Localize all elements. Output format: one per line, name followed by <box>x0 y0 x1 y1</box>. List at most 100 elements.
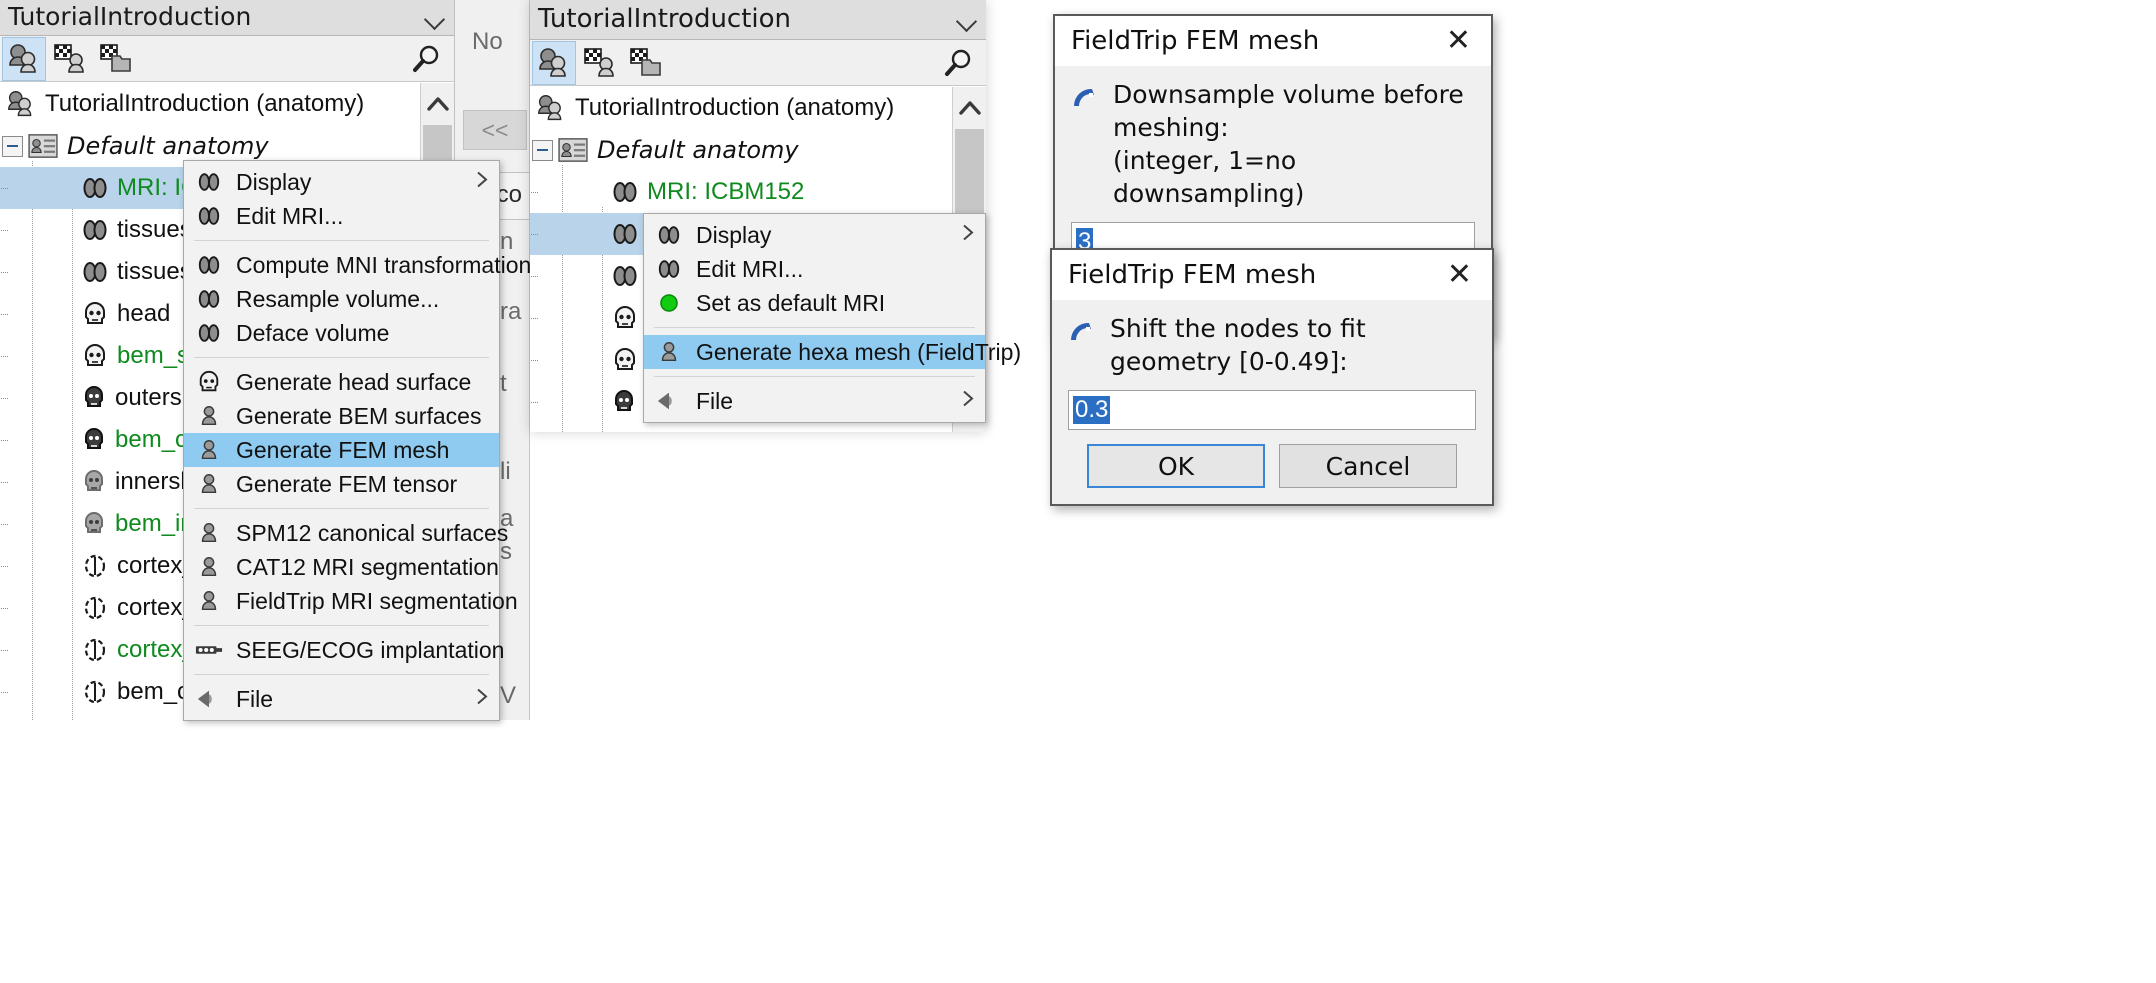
menu-item-generate-hexa-mesh-fieldtrip[interactable]: Generate hexa mesh (FieldTrip) <box>644 335 985 369</box>
cortex-icon <box>82 679 108 705</box>
menu-separator <box>194 674 489 675</box>
ok-button[interactable]: OK <box>1087 444 1265 488</box>
toolbar-button-subjects[interactable] <box>2 37 46 81</box>
menu-item-file[interactable]: File <box>644 384 985 418</box>
tree-dash <box>0 566 8 567</box>
tree-item-label: Default anatomy <box>67 132 269 160</box>
menu-item-label: SEEG/ECOG implantation <box>236 637 504 664</box>
menu-item-label: Compute MNI transformation <box>236 252 531 279</box>
menu-item-display[interactable]: Display <box>644 218 985 252</box>
menu-item-generate-fem-tensor[interactable]: Generate FEM tensor <box>184 467 499 501</box>
dialog-message-line1: Shift the nodes to fit geometry [0-0.49]… <box>1110 312 1476 378</box>
menu-item-label: SPM12 canonical surfaces <box>236 520 508 547</box>
menu-item-fieldtrip-mri-segmentation[interactable]: FieldTrip MRI segmentation <box>184 584 499 618</box>
chevron-down-icon[interactable] <box>424 6 446 28</box>
menu-item-generate-fem-mesh[interactable]: Generate FEM mesh <box>184 433 499 467</box>
dialog-buttons: OK Cancel <box>1068 444 1476 488</box>
dialog-message-line2: (integer, 1=no downsampling) <box>1113 144 1475 210</box>
menu-item-deface-volume[interactable]: Deface volume <box>184 316 499 350</box>
menu-item-compute-mni[interactable]: Compute MNI transformation <box>184 248 499 282</box>
menu-item-resample-volume[interactable]: Resample volume... <box>184 282 499 316</box>
menu-item-cat12-mri-segmentation[interactable]: CAT12 MRI segmentation <box>184 550 499 584</box>
middle-context-menu[interactable]: Display Edit MRI... Set as default MRI G… <box>643 213 986 423</box>
fieldtrip-fem-mesh-dialog-shift-nodes[interactable]: FieldTrip FEM mesh ✕ Shift the nodes to … <box>1050 248 1494 506</box>
tree-dash <box>0 272 8 273</box>
menu-item-set-as-default-mri[interactable]: Set as default MRI <box>644 286 985 320</box>
menu-item-label: Generate FEM mesh <box>236 437 449 464</box>
tree-item-subject[interactable]: TutorialIntroduction (anatomy) <box>0 83 454 125</box>
tree-dash <box>0 230 8 231</box>
tree-dash <box>530 234 538 235</box>
middle-panel-toolbar <box>530 40 986 86</box>
scroll-up-icon[interactable] <box>953 87 986 129</box>
expander-minus-icon[interactable] <box>2 136 23 157</box>
chevron-down-icon[interactable] <box>956 8 978 30</box>
menu-separator <box>194 240 489 241</box>
tree-item-bem-outerskull[interactable]: bem_outerskull <box>530 423 986 432</box>
question-icon <box>1071 84 1101 119</box>
scroll-up-icon[interactable] <box>421 83 454 125</box>
fem-icon <box>192 555 226 579</box>
left-panel-toolbar <box>0 36 454 82</box>
mri-icon <box>192 170 226 194</box>
mri-icon <box>192 253 226 277</box>
menu-item-label: File <box>696 388 733 415</box>
menu-item-file[interactable]: File <box>184 682 499 716</box>
toolbar-button-folder[interactable] <box>624 41 668 85</box>
menu-item-label: FieldTrip MRI segmentation <box>236 588 518 615</box>
mri-icon <box>82 217 108 243</box>
close-icon[interactable]: ✕ <box>1441 258 1478 292</box>
menu-item-seeg-ecog-implantation[interactable]: SEEG/ECOG implantation <box>184 633 499 667</box>
tree-item-label: tissues <box>117 216 192 244</box>
anatomy-card-icon <box>28 133 58 159</box>
toolbar-button-anatomy[interactable] <box>48 37 92 81</box>
tree-item-mri-icbm152[interactable]: MRI: ICBM152 <box>0 167 196 209</box>
tree-item-subject[interactable]: TutorialIntroduction (anatomy) <box>530 87 986 129</box>
mri-icon <box>652 223 686 247</box>
menu-item-display[interactable]: Display <box>184 165 499 199</box>
menu-item-label: Deface volume <box>236 320 389 347</box>
background-back-button[interactable]: << <box>463 110 527 150</box>
tree-dash <box>0 356 8 357</box>
toolbar-button-subjects[interactable] <box>532 41 576 85</box>
skull-dark-icon <box>612 431 636 432</box>
left-context-menu[interactable]: Display Edit MRI... Compute MNI transfor… <box>183 160 500 721</box>
menu-item-edit-mri[interactable]: Edit MRI... <box>644 252 985 286</box>
tree-item-label: MRI: ICBM152 <box>647 178 804 206</box>
close-icon[interactable]: ✕ <box>1440 24 1477 58</box>
cancel-button[interactable]: Cancel <box>1279 444 1457 488</box>
expander-minus-icon[interactable] <box>532 140 553 161</box>
folder-icon <box>629 47 663 79</box>
mri-icon <box>612 221 638 247</box>
fem-icon <box>652 340 686 364</box>
subjects-icon <box>6 90 36 118</box>
menu-item-generate-head-surface[interactable]: Generate head surface <box>184 365 499 399</box>
scalp-icon <box>82 343 108 369</box>
search-icon[interactable] <box>408 42 444 78</box>
menu-item-label: Display <box>236 169 311 196</box>
menu-item-label: Generate head surface <box>236 369 471 396</box>
shift-nodes-input-value: 0.3 <box>1073 396 1110 424</box>
tree-item-default-anatomy[interactable]: Default anatomy <box>530 129 986 171</box>
menu-item-label: Edit MRI... <box>236 203 343 230</box>
tree-item-label: TutorialIntroduction (anatomy) <box>575 94 894 122</box>
menu-item-edit-mri[interactable]: Edit MRI... <box>184 199 499 233</box>
toolbar-button-anatomy[interactable] <box>578 41 622 85</box>
menu-item-generate-bem-surfaces[interactable]: Generate BEM surfaces <box>184 399 499 433</box>
chevron-right-icon <box>961 222 975 249</box>
chevron-right-icon <box>475 686 489 713</box>
tree-dash <box>530 318 538 319</box>
search-icon[interactable] <box>940 46 976 82</box>
bg-fragment-2: t <box>500 370 507 398</box>
dialog-title: FieldTrip FEM mesh <box>1068 260 1316 290</box>
fem-icon <box>192 589 226 613</box>
tree-item-mri-icbm152[interactable]: MRI: ICBM152 <box>530 171 986 213</box>
tree-dash <box>530 402 538 403</box>
tree-dash <box>530 360 538 361</box>
mri-icon <box>192 321 226 345</box>
toolbar-button-folder[interactable] <box>94 37 138 81</box>
tree-item-label: bem_outerskull <box>645 430 808 432</box>
shift-nodes-input[interactable]: 0.3 <box>1068 390 1476 430</box>
cortex-icon <box>82 637 108 663</box>
menu-item-spm12-canonical-surfaces[interactable]: SPM12 canonical surfaces <box>184 516 499 550</box>
